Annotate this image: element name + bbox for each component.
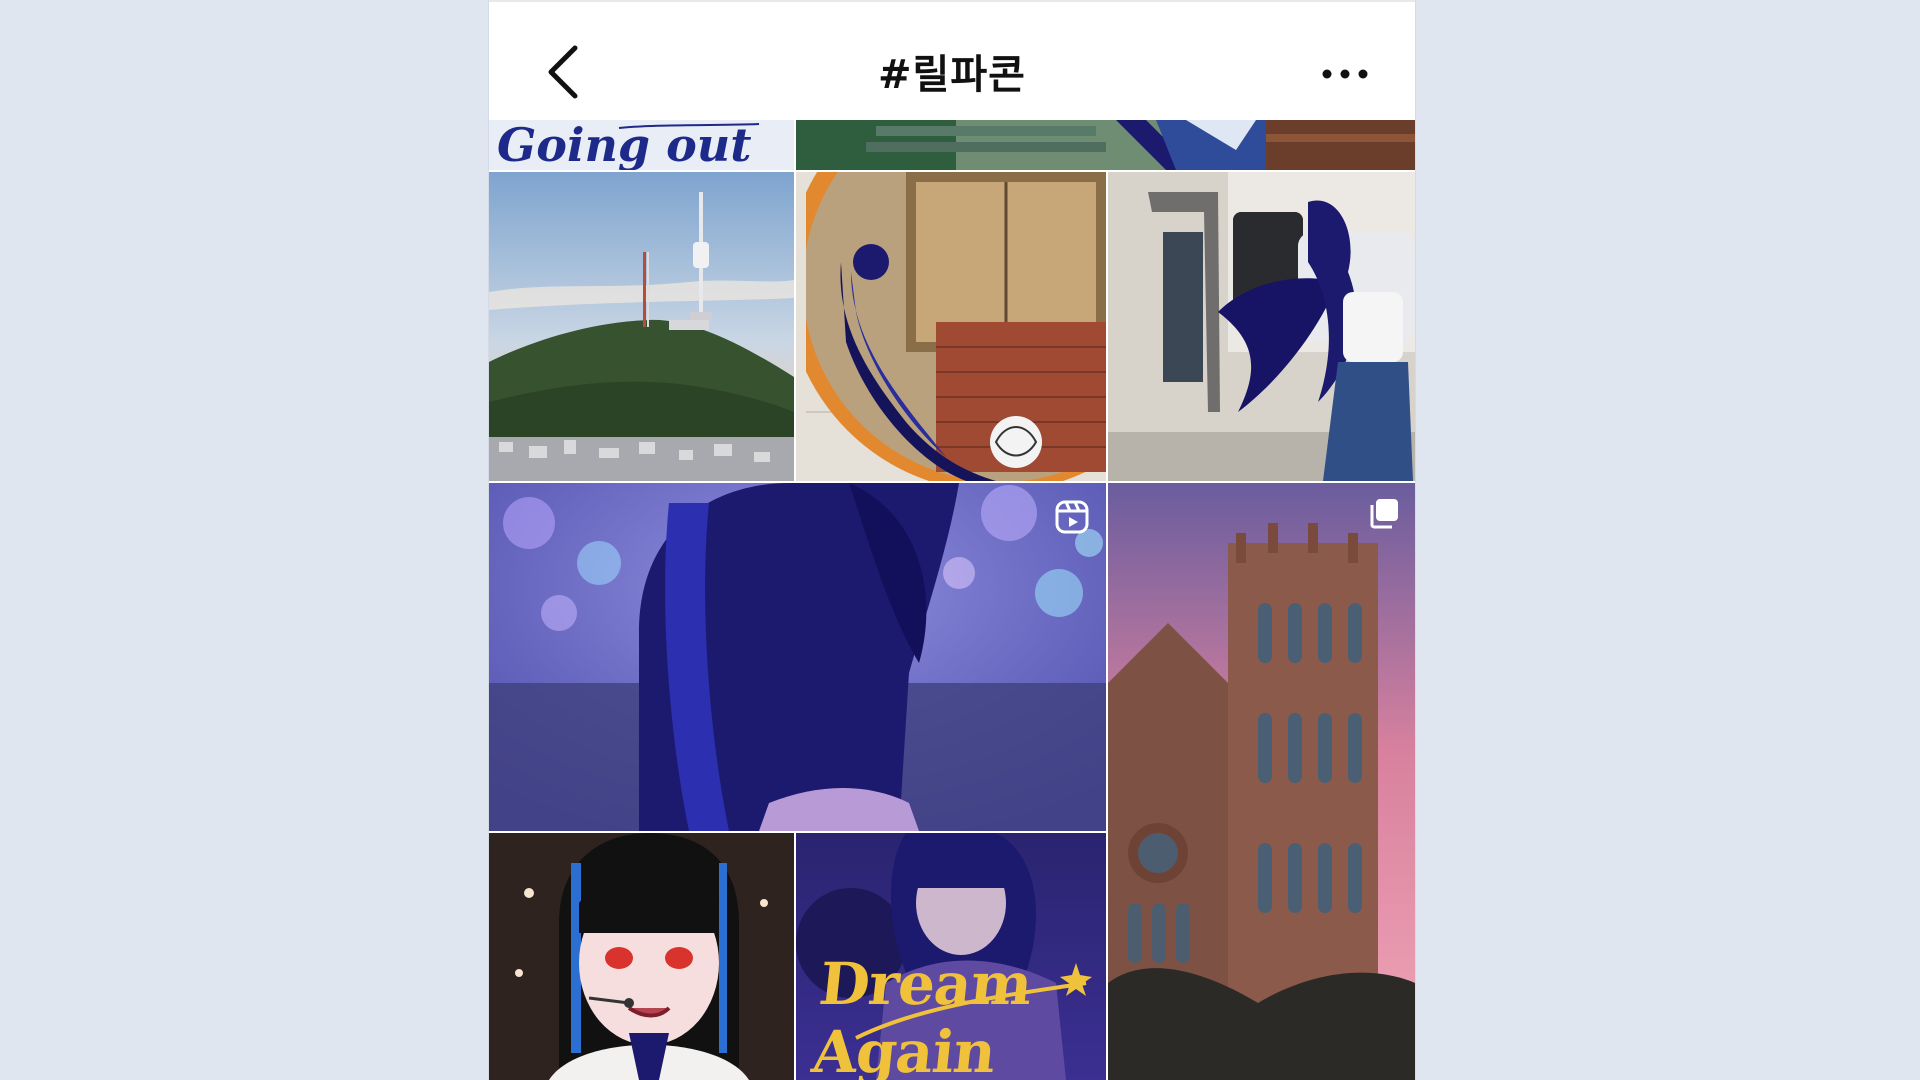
carousel-badge xyxy=(1365,493,1405,533)
carousel-icon xyxy=(1370,499,1398,529)
post-thumbnail xyxy=(489,483,1106,831)
dream-again-text: Dream Again xyxy=(808,950,1035,1080)
post-thumbnail xyxy=(1108,483,1415,1080)
post-grid: Going out Dream Again xyxy=(489,120,1415,1080)
grid-post-cathedral[interactable] xyxy=(1108,483,1415,1080)
top-navigation-bar: #릴파콘 xyxy=(489,0,1415,122)
grid-post-seoul-tower[interactable] xyxy=(489,172,794,481)
reels-icon xyxy=(1055,500,1089,534)
going-out-text: Going out xyxy=(497,120,752,170)
post-thumbnail xyxy=(796,120,1415,170)
reels-badge xyxy=(1052,497,1092,537)
grid-post-alley[interactable] xyxy=(1108,172,1415,481)
page-title: #릴파콘 xyxy=(878,52,1026,98)
more-horizontal-icon xyxy=(1322,69,1368,79)
grid-post-mirror-shop[interactable] xyxy=(796,172,1106,481)
grid-post-avatar-portrait[interactable] xyxy=(489,833,794,1080)
post-thumbnail xyxy=(796,172,1106,481)
more-options-button[interactable] xyxy=(1315,54,1375,94)
post-thumbnail xyxy=(489,833,794,1080)
grid-post-bench[interactable] xyxy=(796,120,1415,170)
post-thumbnail xyxy=(1108,172,1415,481)
phone-frame: #릴파콘 Going out Dream Again xyxy=(489,0,1415,1080)
grid-post-reel-concert[interactable] xyxy=(489,483,1106,831)
grid-post-going-out[interactable]: Going out xyxy=(489,120,794,170)
grid-post-dream-again[interactable]: Dream Again xyxy=(796,833,1106,1080)
post-thumbnail xyxy=(489,172,794,481)
